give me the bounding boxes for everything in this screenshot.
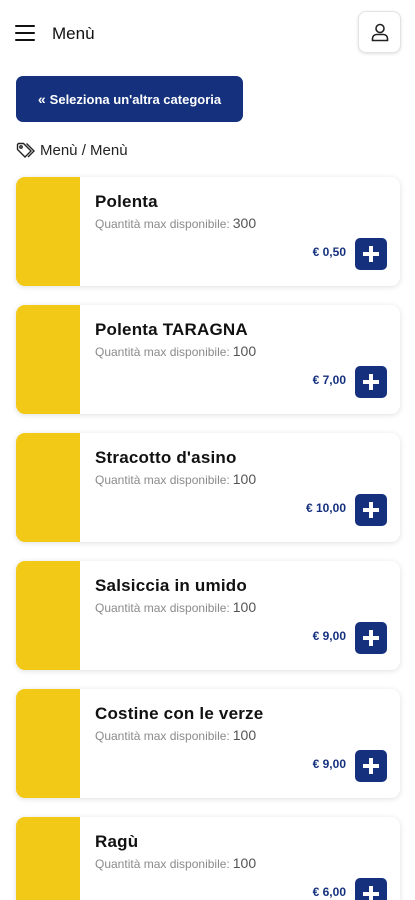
product-thumbnail: [16, 689, 80, 798]
add-to-cart-button[interactable]: [355, 622, 387, 654]
breadcrumb-text: Menù / Menù: [40, 141, 128, 159]
product-thumbnail: [16, 177, 80, 286]
quantity-label: Quantità max disponibile:: [95, 729, 230, 743]
quantity-label: Quantità max disponibile:: [95, 473, 230, 487]
product-name: Ragù: [95, 832, 139, 851]
quantity-value: 100: [232, 343, 257, 359]
add-to-cart-button[interactable]: [355, 750, 387, 782]
hamburger-menu-icon[interactable]: [15, 25, 35, 43]
product-price: € 0,50: [312, 245, 346, 259]
product-name: Costine con le verze: [95, 704, 264, 723]
product-price: € 9,00: [312, 757, 346, 771]
product-card-salsiccia-in-umido[interactable]: Salsiccia in umido Quantità max disponib…: [16, 561, 400, 670]
product-card-stracotto-d-asino[interactable]: Stracotto d'asino Quantità max disponibi…: [16, 433, 400, 542]
product-name: Polenta TARAGNA: [95, 320, 248, 339]
quantity-value: 100: [232, 855, 257, 871]
select-another-category-button[interactable]: « Seleziona un'altra categoria: [16, 76, 243, 122]
quantity-label: Quantità max disponibile:: [95, 601, 230, 615]
product-price: € 9,00: [312, 629, 346, 643]
product-quantity: Quantità max disponibile: 100: [95, 599, 256, 615]
add-to-cart-button[interactable]: [355, 878, 387, 900]
quantity-value: 100: [232, 727, 257, 743]
quantity-label: Quantità max disponibile:: [95, 217, 230, 231]
product-quantity: Quantità max disponibile: 100: [95, 727, 256, 743]
page-title: Menù: [52, 24, 95, 43]
product-name: Polenta: [95, 192, 158, 211]
product-thumbnail: [16, 817, 80, 900]
quantity-label: Quantità max disponibile:: [95, 345, 230, 359]
tag-icon: [16, 142, 35, 158]
product-card-polenta[interactable]: Polenta Quantità max disponibile: 300 € 0…: [16, 177, 400, 286]
product-thumbnail: [16, 305, 80, 414]
product-quantity: Quantità max disponibile: 100: [95, 855, 256, 871]
breadcrumb: Menù / Menù: [16, 140, 128, 160]
add-to-cart-button[interactable]: [355, 494, 387, 526]
product-price: € 7,00: [312, 373, 346, 387]
product-price: € 6,00: [312, 885, 346, 899]
quantity-value: 100: [232, 599, 257, 615]
back-button-label: Seleziona un'altra categoria: [49, 91, 222, 107]
product-quantity: Quantità max disponibile: 300: [95, 215, 256, 231]
product-name: Salsiccia in umido: [95, 576, 247, 595]
product-thumbnail: [16, 433, 80, 542]
product-card-costine-con-le-verze[interactable]: Costine con le verze Quantità max dispon…: [16, 689, 400, 798]
user-account-button[interactable]: [358, 11, 401, 53]
product-name: Stracotto d'asino: [95, 448, 237, 467]
quantity-value: 100: [232, 471, 257, 487]
product-quantity: Quantità max disponibile: 100: [95, 471, 256, 487]
user-icon: [371, 23, 388, 42]
double-chevron-left-icon: «: [37, 91, 46, 107]
quantity-label: Quantità max disponibile:: [95, 857, 230, 871]
top-bar: Menù: [0, 0, 415, 68]
add-to-cart-button[interactable]: [355, 238, 387, 270]
product-thumbnail: [16, 561, 80, 670]
quantity-value: 300: [232, 215, 257, 231]
add-to-cart-button[interactable]: [355, 366, 387, 398]
product-card-ragu[interactable]: Ragù Quantità max disponibile: 100 € 6,00: [16, 817, 400, 900]
product-quantity: Quantità max disponibile: 100: [95, 343, 256, 359]
product-price: € 10,00: [305, 501, 346, 515]
product-card-polenta-taragna[interactable]: Polenta TARAGNA Quantità max disponibile…: [16, 305, 400, 414]
